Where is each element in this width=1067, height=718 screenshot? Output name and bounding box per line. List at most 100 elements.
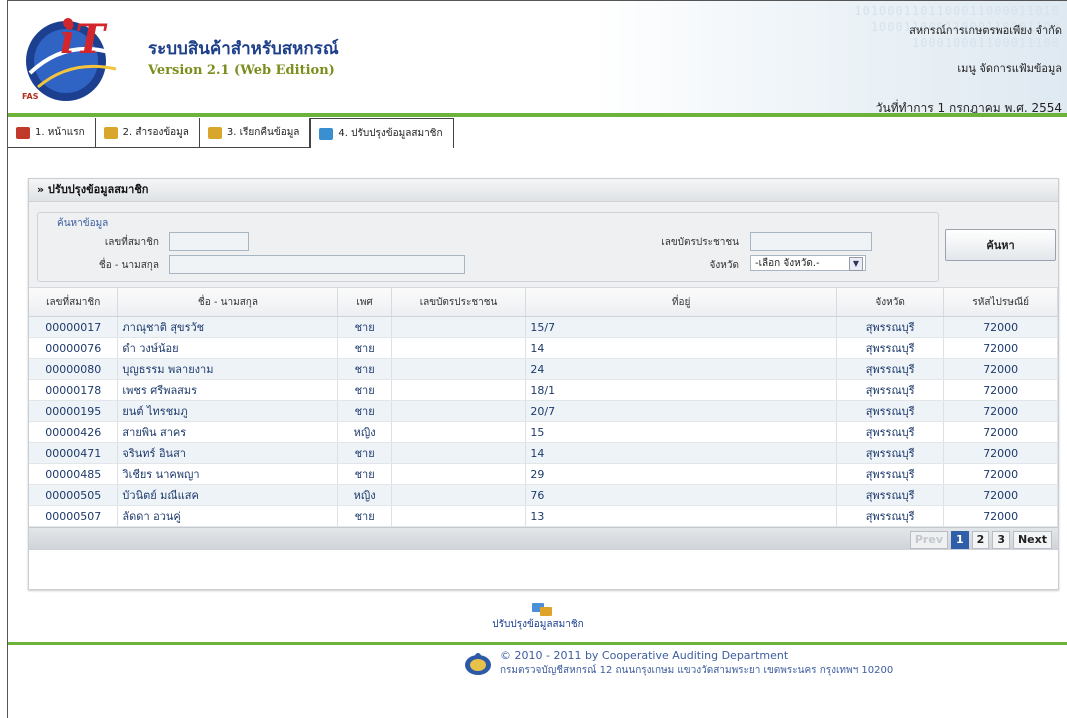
coop-name: สหกรณ์การเกษตรพอเพียง จำกัด (909, 24, 1062, 37)
table-cell: สุพรรณบุรี (836, 484, 945, 506)
citizen-id-label: เลขบัตรประชาชน (661, 237, 739, 248)
nav-home[interactable]: 1. หน้าแรก (8, 118, 96, 147)
home-icon (16, 126, 30, 139)
app-frame: 1010001101100011000011010 10001100011000… (7, 0, 1067, 718)
table-cell: 00000178 (29, 379, 119, 401)
next-page-button[interactable]: Next (1012, 531, 1052, 549)
table-row[interactable]: 00000076 ดำ วงษ์น้อย ชาย 14 สุพรรณบุรี 72000 (29, 337, 1058, 359)
name-input[interactable] (169, 255, 465, 274)
table-cell: 14 (525, 337, 837, 359)
table-cell (391, 442, 527, 464)
table-cell (391, 421, 527, 443)
table-cell (391, 316, 527, 338)
table-row[interactable]: 00000080 บุญธรรม พลายงาม ชาย 24 สุพรรณบุรี 72… (29, 358, 1058, 380)
page-2-button[interactable]: 2 (971, 531, 990, 549)
province-select[interactable]: -เลือก จังหวัด.- ▼ (750, 255, 866, 271)
table-cell: บุญธรรม พลายงาม (117, 358, 339, 380)
update-member-icon[interactable] (531, 601, 553, 617)
page-3-button[interactable]: 3 (992, 531, 1010, 549)
table-cell: 72000 (943, 358, 1058, 380)
table-cell: วิเชียร นาคพญา (117, 463, 339, 485)
footer-divider (8, 642, 1067, 645)
col-address[interactable]: ที่อยู่ (525, 288, 837, 317)
search-button[interactable]: ค้นหา (945, 229, 1056, 261)
member-no-input[interactable] (169, 232, 249, 251)
table-cell: สุพรรณบุรี (836, 358, 945, 380)
table-cell: 72000 (943, 421, 1058, 443)
col-gender[interactable]: เพศ (337, 288, 392, 317)
table-cell: 72000 (943, 463, 1058, 485)
table-cell: ชาย (337, 442, 392, 464)
work-date: วันที่ทำการ 1 กรกฎาคม พ.ศ. 2554 (875, 101, 1062, 113)
province-label: จังหวัด (709, 260, 739, 271)
table-cell: 00000471 (29, 442, 119, 464)
table-cell (391, 463, 527, 485)
table-cell: 00000485 (29, 463, 119, 485)
col-citizen-id[interactable]: เลขบัตรประชาชน (391, 288, 527, 317)
col-name[interactable]: ชื่อ - นามสกุล (117, 288, 339, 317)
table-cell: 00000080 (29, 358, 119, 380)
table-cell: 72000 (943, 337, 1058, 359)
table-row[interactable]: 00000426 สายพิน สาคร หญิง 15 สุพรรณบุรี 72000 (29, 421, 1058, 443)
page-1-button[interactable]: 1 (951, 531, 969, 549)
col-province[interactable]: จังหวัด (836, 288, 945, 317)
col-member-no[interactable]: เลขที่สมาชิก (29, 288, 119, 317)
table-row[interactable]: 00000195 ยนต์ ไทรชมภู ชาย 20/7 สุพรรณบุรี 720… (29, 400, 1058, 422)
table-cell: ภาณุชาติ สุขรวัช (117, 316, 339, 338)
footer-address: กรมตรวจบัญชีสหกรณ์ 12 ถนนกรุงเกษม แขวงวั… (500, 665, 894, 676)
nav-label: 2. สำรองข้อมูล (122, 127, 189, 138)
table-cell: 72000 (943, 505, 1058, 527)
table-cell: ชาย (337, 463, 392, 485)
app-version: Version 2.1 (Web Edition) (148, 63, 335, 78)
table-cell: 15/7 (525, 316, 837, 338)
name-label: ชื่อ - นามสกุล (98, 260, 159, 271)
table-cell (391, 400, 527, 422)
table-cell: สุพรรณบุรี (836, 505, 945, 527)
table-cell: สุพรรณบุรี (836, 379, 945, 401)
col-postal-code[interactable]: รหัสไปรษณีย์ (943, 288, 1058, 317)
table-row[interactable]: 00000017 ภาณุชาติ สุขรวัช ชาย 15/7 สุพรรณบุร… (29, 316, 1058, 338)
table-cell: ชาย (337, 505, 392, 527)
search-area: ค้นหาข้อมูล เลขที่สมาชิก ชื่อ - นามสกุล … (29, 202, 1058, 288)
nav-update-member[interactable]: 4. ปรับปรุงข้อมูลสมาชิก (310, 118, 454, 148)
table-cell: 29 (525, 463, 837, 485)
table-row[interactable]: 00000505 บัวนิตย์ มณีแสค หญิง 76 สุพรรณบุรี 7… (29, 484, 1058, 506)
table-row[interactable]: 00000485 วิเชียร นาคพญา ชาย 29 สุพรรณบุรี 720… (29, 463, 1058, 485)
table-cell (391, 379, 527, 401)
table-cell: 13 (525, 505, 837, 527)
table-row[interactable]: 00000178 เพชร ศรีพลสมร ชาย 18/1 สุพรรณบุรี 72… (29, 379, 1058, 401)
nav-label: 4. ปรับปรุงข้อมูลสมาชิก (338, 128, 443, 139)
table-row[interactable]: 00000471 จรินทร์ อินสา ชาย 14 สุพรรณบุรี 7200… (29, 442, 1058, 464)
table-cell: 15 (525, 421, 837, 443)
table-cell: 72000 (943, 400, 1058, 422)
prev-page-button: Prev (909, 531, 948, 549)
table-cell: 00000507 (29, 505, 119, 527)
table-cell: 00000505 (29, 484, 119, 506)
nav-label: 3. เรียกคืนข้อมูล (226, 127, 300, 138)
citizen-id-input[interactable] (750, 232, 872, 251)
nav-backup[interactable]: 2. สำรองข้อมูล (95, 118, 200, 147)
table-cell: สายพิน สาคร (117, 421, 339, 443)
table-cell: ชาย (337, 358, 392, 380)
table-cell: 00000426 (29, 421, 119, 443)
table-cell: 72000 (943, 484, 1058, 506)
update-member-link[interactable]: ปรับปรุงข้อมูลสมาชิก (8, 617, 1067, 632)
file-management-menu-link[interactable]: เมนู จัดการแฟ้มข้อมูล (957, 59, 1062, 77)
member-no-label: เลขที่สมาชิก (104, 237, 159, 248)
table-cell: ดำ วงษ์น้อย (117, 337, 339, 359)
table-cell: 00000076 (29, 337, 119, 359)
table-cell: สุพรรณบุรี (836, 316, 945, 338)
table-cell: 72000 (943, 379, 1058, 401)
table-row[interactable]: 00000507 ลัดดา อวนคู่ ชาย 13 สุพรรณบุรี 72000 (29, 505, 1058, 527)
table-cell: 20/7 (525, 400, 837, 422)
table-cell: 00000017 (29, 316, 119, 338)
table-cell: สุพรรณบุรี (836, 421, 945, 443)
backup-icon (103, 126, 118, 139)
search-legend: ค้นหาข้อมูล (54, 216, 112, 231)
svg-text:FAS: FAS (22, 92, 39, 101)
pager: Prev 1 2 3 Next (29, 527, 1058, 550)
table-cell: เพชร ศรีพลสมร (117, 379, 339, 401)
nav-restore[interactable]: 3. เรียกคืนข้อมูล (199, 118, 311, 147)
table-cell: หญิง (337, 421, 392, 443)
province-select-value: -เลือก จังหวัด.- (755, 257, 820, 269)
